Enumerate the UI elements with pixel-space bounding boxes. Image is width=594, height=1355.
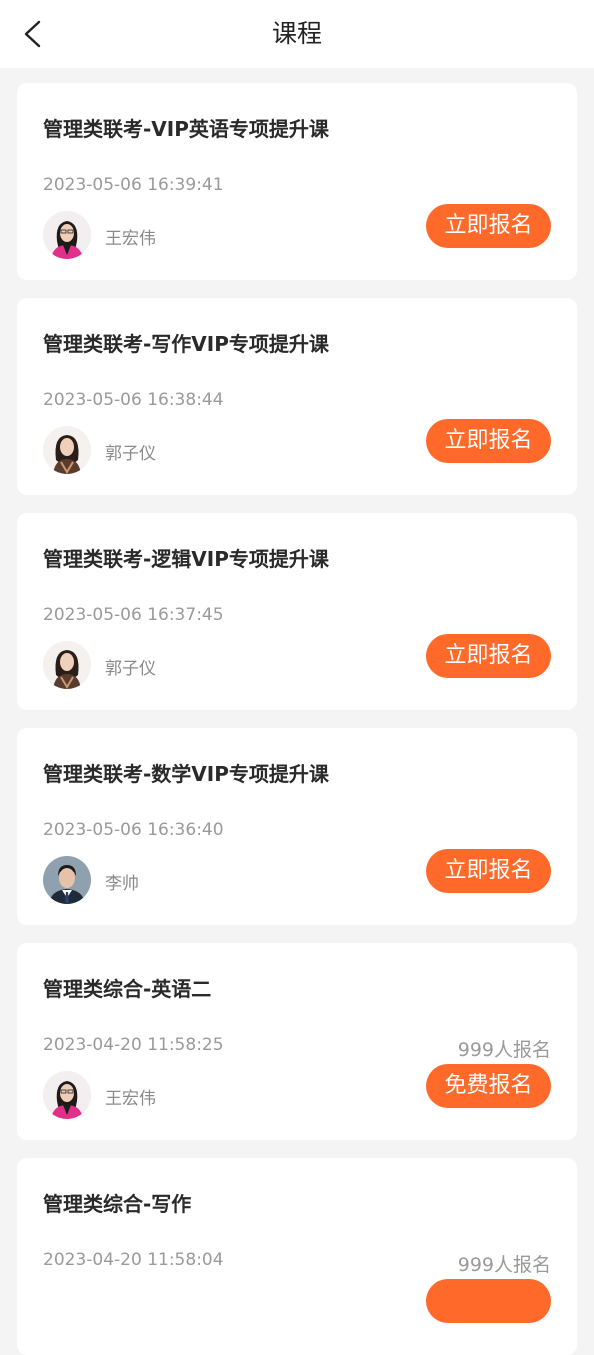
teacher-avatar (43, 1071, 91, 1119)
course-card[interactable]: 管理类联考-逻辑VIP专项提升课 2023-05-06 16:37:45 郭子仪… (17, 513, 577, 710)
course-title: 管理类综合-英语二 (43, 977, 212, 1001)
teacher-name: 王宏伟 (105, 1089, 156, 1109)
course-card[interactable]: 管理类联考-VIP英语专项提升课 2023-05-06 16:39:41 王宏伟… (17, 83, 577, 280)
course-time: 2023-05-06 16:37:45 (43, 605, 224, 625)
course-time: 2023-05-06 16:39:41 (43, 175, 224, 195)
app-header: 课程 (0, 0, 594, 68)
teacher-name: 李帅 (105, 874, 139, 894)
free-enroll-button[interactable] (426, 1279, 551, 1323)
course-title: 管理类联考-写作VIP专项提升课 (43, 332, 329, 356)
enroll-button[interactable]: 立即报名 (426, 419, 551, 463)
course-card[interactable]: 管理类联考-数学VIP专项提升课 2023-05-06 16:36:40 李帅 … (17, 728, 577, 925)
course-card[interactable]: 管理类综合-写作 2023-04-20 11:58:04 999人报名 (17, 1158, 577, 1355)
teacher-name: 王宏伟 (105, 229, 156, 249)
enroll-button[interactable]: 立即报名 (426, 849, 551, 893)
course-title: 管理类联考-数学VIP专项提升课 (43, 762, 329, 786)
teacher-avatar (43, 856, 91, 904)
course-card[interactable]: 管理类联考-写作VIP专项提升课 2023-05-06 16:38:44 郭子仪… (17, 298, 577, 495)
course-time: 2023-04-20 11:58:25 (43, 1035, 224, 1055)
page-title: 课程 (271, 19, 322, 48)
course-title: 管理类综合-写作 (43, 1192, 192, 1216)
free-enroll-button[interactable]: 免费报名 (426, 1064, 551, 1108)
teacher-name: 郭子仪 (105, 444, 156, 464)
teacher-avatar (43, 426, 91, 474)
course-time: 2023-05-06 16:36:40 (43, 820, 224, 840)
course-time: 2023-04-20 11:58:04 (43, 1250, 224, 1270)
teacher-avatar (43, 211, 91, 259)
enroll-button[interactable]: 立即报名 (426, 204, 551, 248)
course-card[interactable]: 管理类综合-英语二 2023-04-20 11:58:25 999人报名 王宏伟… (17, 943, 577, 1140)
teacher-name: 郭子仪 (105, 659, 156, 679)
enroll-count: 999人报名 (457, 1254, 551, 1276)
course-title: 管理类联考-逻辑VIP专项提升课 (43, 547, 329, 571)
enroll-button[interactable]: 立即报名 (426, 634, 551, 678)
enroll-count: 999人报名 (457, 1039, 551, 1061)
teacher-avatar (43, 641, 91, 689)
course-title: 管理类联考-VIP英语专项提升课 (43, 117, 329, 141)
course-time: 2023-05-06 16:38:44 (43, 390, 224, 410)
